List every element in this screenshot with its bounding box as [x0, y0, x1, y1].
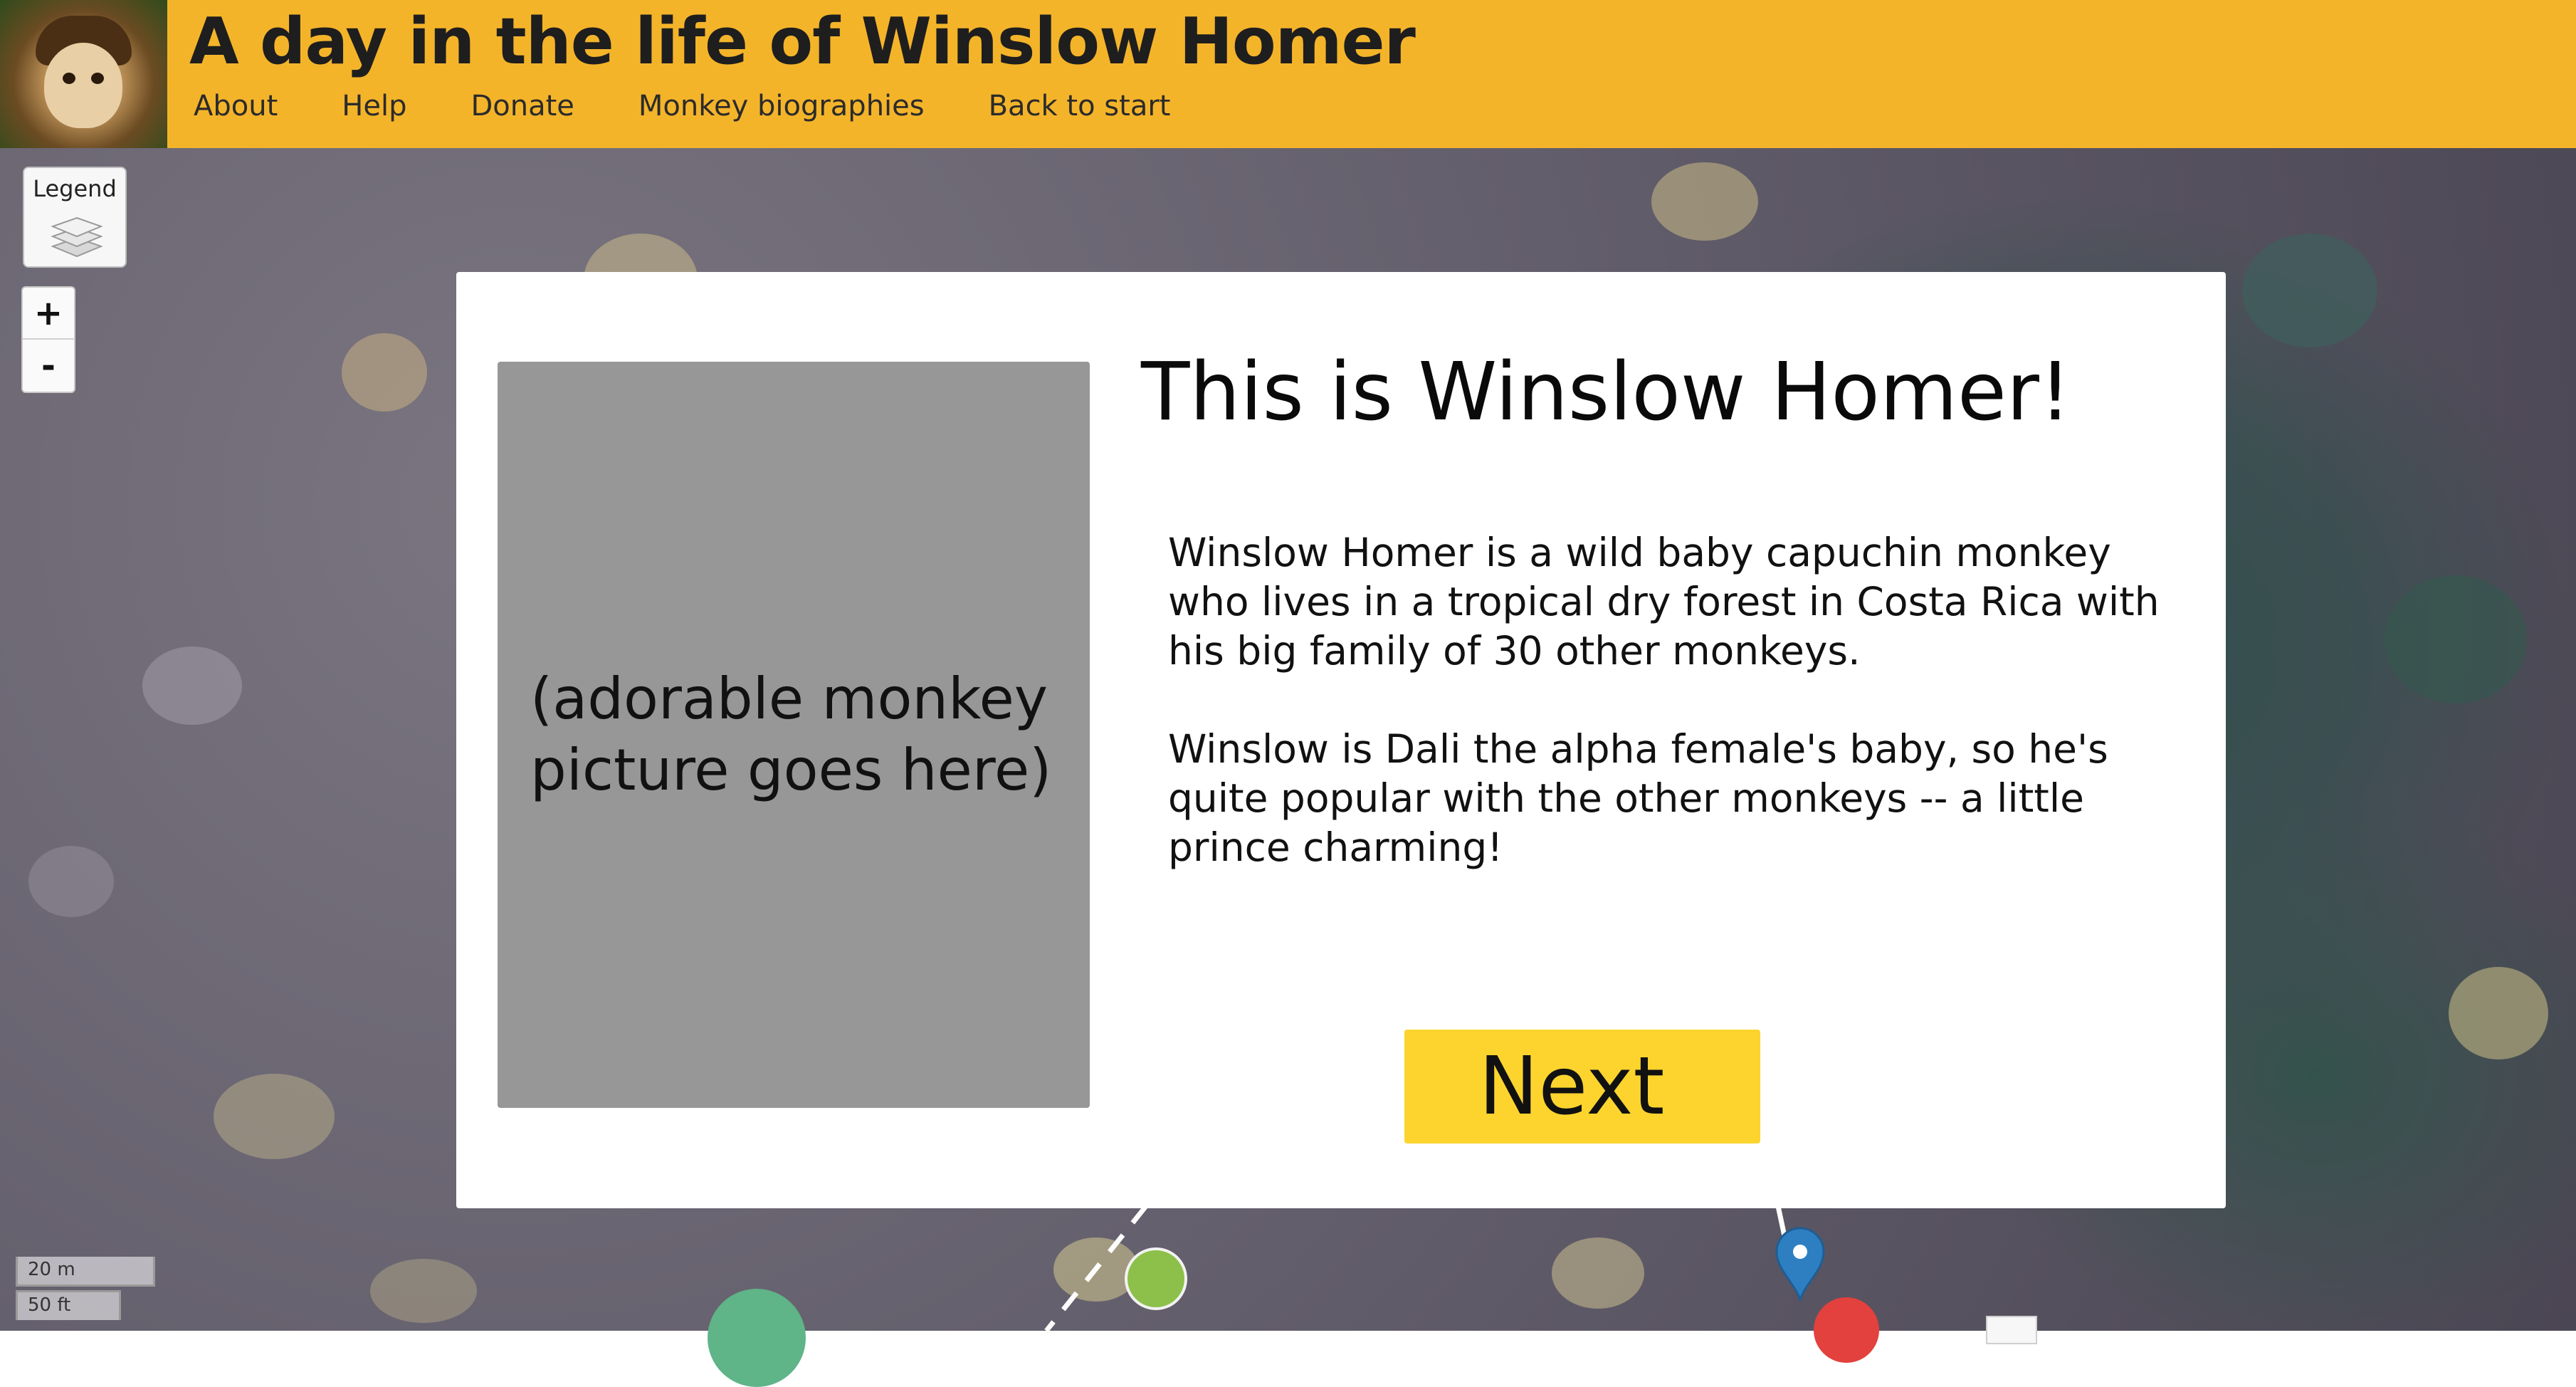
next-button[interactable]: Next — [1404, 1030, 1760, 1143]
modal-body: Winslow Homer is a wild baby capuchin mo… — [1168, 528, 2165, 921]
photo-placeholder-text: (adorable monkey picture goes here) — [530, 666, 1052, 803]
tree-canopy — [2449, 967, 2548, 1059]
red-event-marker[interactable] — [1814, 1297, 1879, 1363]
tree-canopy — [214, 1074, 335, 1159]
monkey-photo-placeholder: (adorable monkey picture goes here) — [498, 362, 1090, 1108]
nav-about[interactable]: About — [194, 90, 278, 122]
legend-button[interactable]: Legend — [23, 167, 127, 268]
tree-canopy — [2385, 575, 2527, 703]
main-nav: About Help Donate Monkey biographies Bac… — [194, 90, 1234, 122]
scale-imperial: 50 ft — [16, 1290, 121, 1320]
zoom-in-button[interactable]: + — [23, 288, 74, 340]
tree-canopy — [28, 846, 114, 917]
tree-canopy — [342, 333, 427, 412]
white-box-marker[interactable] — [1986, 1316, 2037, 1344]
intro-paragraph: Winslow Homer is a wild baby capuchin mo… — [1168, 530, 2160, 674]
alpha-female-paragraph: Winslow is Dali the alpha female's baby,… — [1168, 726, 2108, 870]
intro-modal: (adorable monkey picture goes here) This… — [456, 272, 2226, 1208]
tree-canopy — [2242, 234, 2377, 347]
path-lines — [1044, 1204, 1789, 1331]
scale-metric: 20 m — [16, 1257, 155, 1287]
monkey-logo[interactable] — [0, 0, 167, 148]
map-pin-icon[interactable] — [1774, 1226, 1826, 1302]
zoom-out-button[interactable]: - — [23, 340, 74, 392]
legend-label: Legend — [33, 175, 117, 202]
green-group-marker[interactable] — [708, 1289, 806, 1387]
nav-donate[interactable]: Donate — [470, 90, 574, 122]
layers-icon — [51, 216, 102, 258]
site-header: A day in the life of Winslow Homer About… — [0, 0, 2576, 148]
lime-monkey-marker[interactable] — [1125, 1247, 1187, 1310]
nav-help[interactable]: Help — [342, 90, 406, 122]
tree-canopy — [1651, 162, 1758, 241]
site-title: A day in the life of Winslow Homer — [189, 4, 1416, 79]
modal-title: This is Winslow Homer! — [1141, 346, 2071, 439]
tree-canopy — [142, 647, 242, 725]
nav-back-to-start[interactable]: Back to start — [989, 90, 1171, 122]
nav-monkey-biographies[interactable]: Monkey biographies — [638, 90, 925, 122]
zoom-control: + - — [21, 286, 75, 393]
